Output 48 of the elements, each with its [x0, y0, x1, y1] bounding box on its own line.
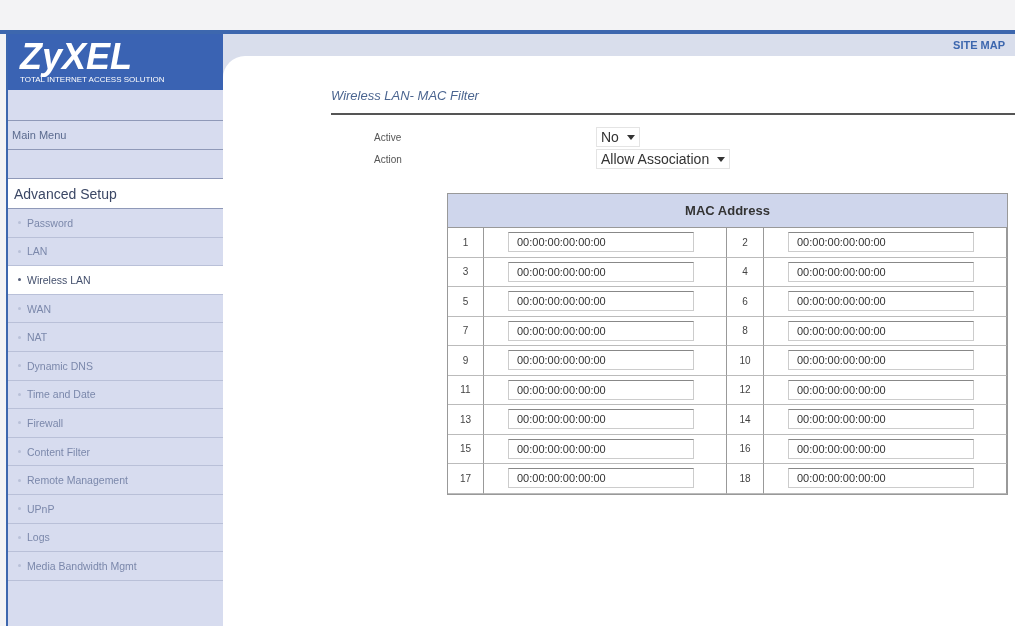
row-number: 10	[727, 346, 764, 376]
setting-label: Active	[374, 131, 403, 143]
section-heading: Advanced Setup	[8, 179, 223, 209]
row-number: 12	[727, 375, 764, 405]
row-number: 1	[448, 228, 484, 258]
row-number: 3	[448, 257, 484, 287]
row-number: 15	[448, 434, 484, 464]
row-number: 5	[448, 287, 484, 317]
row-number: 17	[448, 464, 484, 494]
site-map-link[interactable]: SITE MAP	[953, 39, 1005, 51]
sidebar-item[interactable]: Wireless LAN	[8, 266, 223, 295]
mac-input-field[interactable]: 00:00:00:00:00:00	[508, 232, 694, 253]
mac-input-field[interactable]: 00:00:00:00:00:00	[788, 438, 974, 459]
logo-name: ZyXEL	[20, 39, 134, 75]
mac-input-field[interactable]: 00:00:00:00:00:00	[788, 379, 974, 400]
row-number: 8	[727, 316, 764, 346]
mac-input-field[interactable]: 00:00:00:00:00:00	[508, 291, 694, 312]
row-number: 11	[448, 375, 484, 405]
row-number: 7	[448, 316, 484, 346]
mac-input-field[interactable]: 00:00:00:00:00:00	[788, 350, 974, 371]
mac-input-field[interactable]: 00:00:00:00:00:00	[508, 438, 694, 459]
row-number: 9	[448, 346, 484, 376]
mac-input-field[interactable]: 00:00:00:00:00:00	[788, 232, 974, 253]
dropdown[interactable]: No	[596, 127, 640, 147]
setting-label: Action	[374, 153, 403, 165]
mac-input-field[interactable]: 00:00:00:00:00:00	[788, 261, 974, 282]
row-number: 4	[727, 257, 764, 287]
mac-input-field[interactable]: 00:00:00:00:00:00	[508, 320, 694, 341]
mac-input-field[interactable]: 00:00:00:00:00:00	[788, 320, 974, 341]
caret-icon	[626, 134, 635, 140]
mac-input-field[interactable]: 00:00:00:00:00:00	[788, 409, 974, 430]
mac-input-field[interactable]: 00:00:00:00:00:00	[508, 379, 694, 400]
row-number: 14	[727, 405, 764, 435]
row-number: 18	[727, 464, 764, 494]
mac-input-field[interactable]: 00:00:00:00:00:00	[508, 261, 694, 282]
mac-input-field[interactable]: 00:00:00:00:00:00	[508, 350, 694, 371]
mac-input-field[interactable]: 00:00:00:00:00:00	[788, 468, 974, 489]
row-number: 2	[727, 228, 764, 258]
dropdown[interactable]: Allow Association	[596, 149, 731, 169]
page-title: Wireless LAN- MAC Filter	[331, 88, 1015, 115]
row-number: 6	[727, 287, 764, 317]
mac-input-field[interactable]: 00:00:00:00:00:00	[508, 468, 694, 489]
mac-input-field[interactable]: 00:00:00:00:00:00	[788, 291, 974, 312]
table-heading: MAC Address	[448, 194, 1007, 228]
caret-icon	[717, 156, 726, 162]
row-number: 13	[448, 405, 484, 435]
row-number: 16	[727, 434, 764, 464]
mac-input-field[interactable]: 00:00:00:00:00:00	[508, 409, 694, 430]
